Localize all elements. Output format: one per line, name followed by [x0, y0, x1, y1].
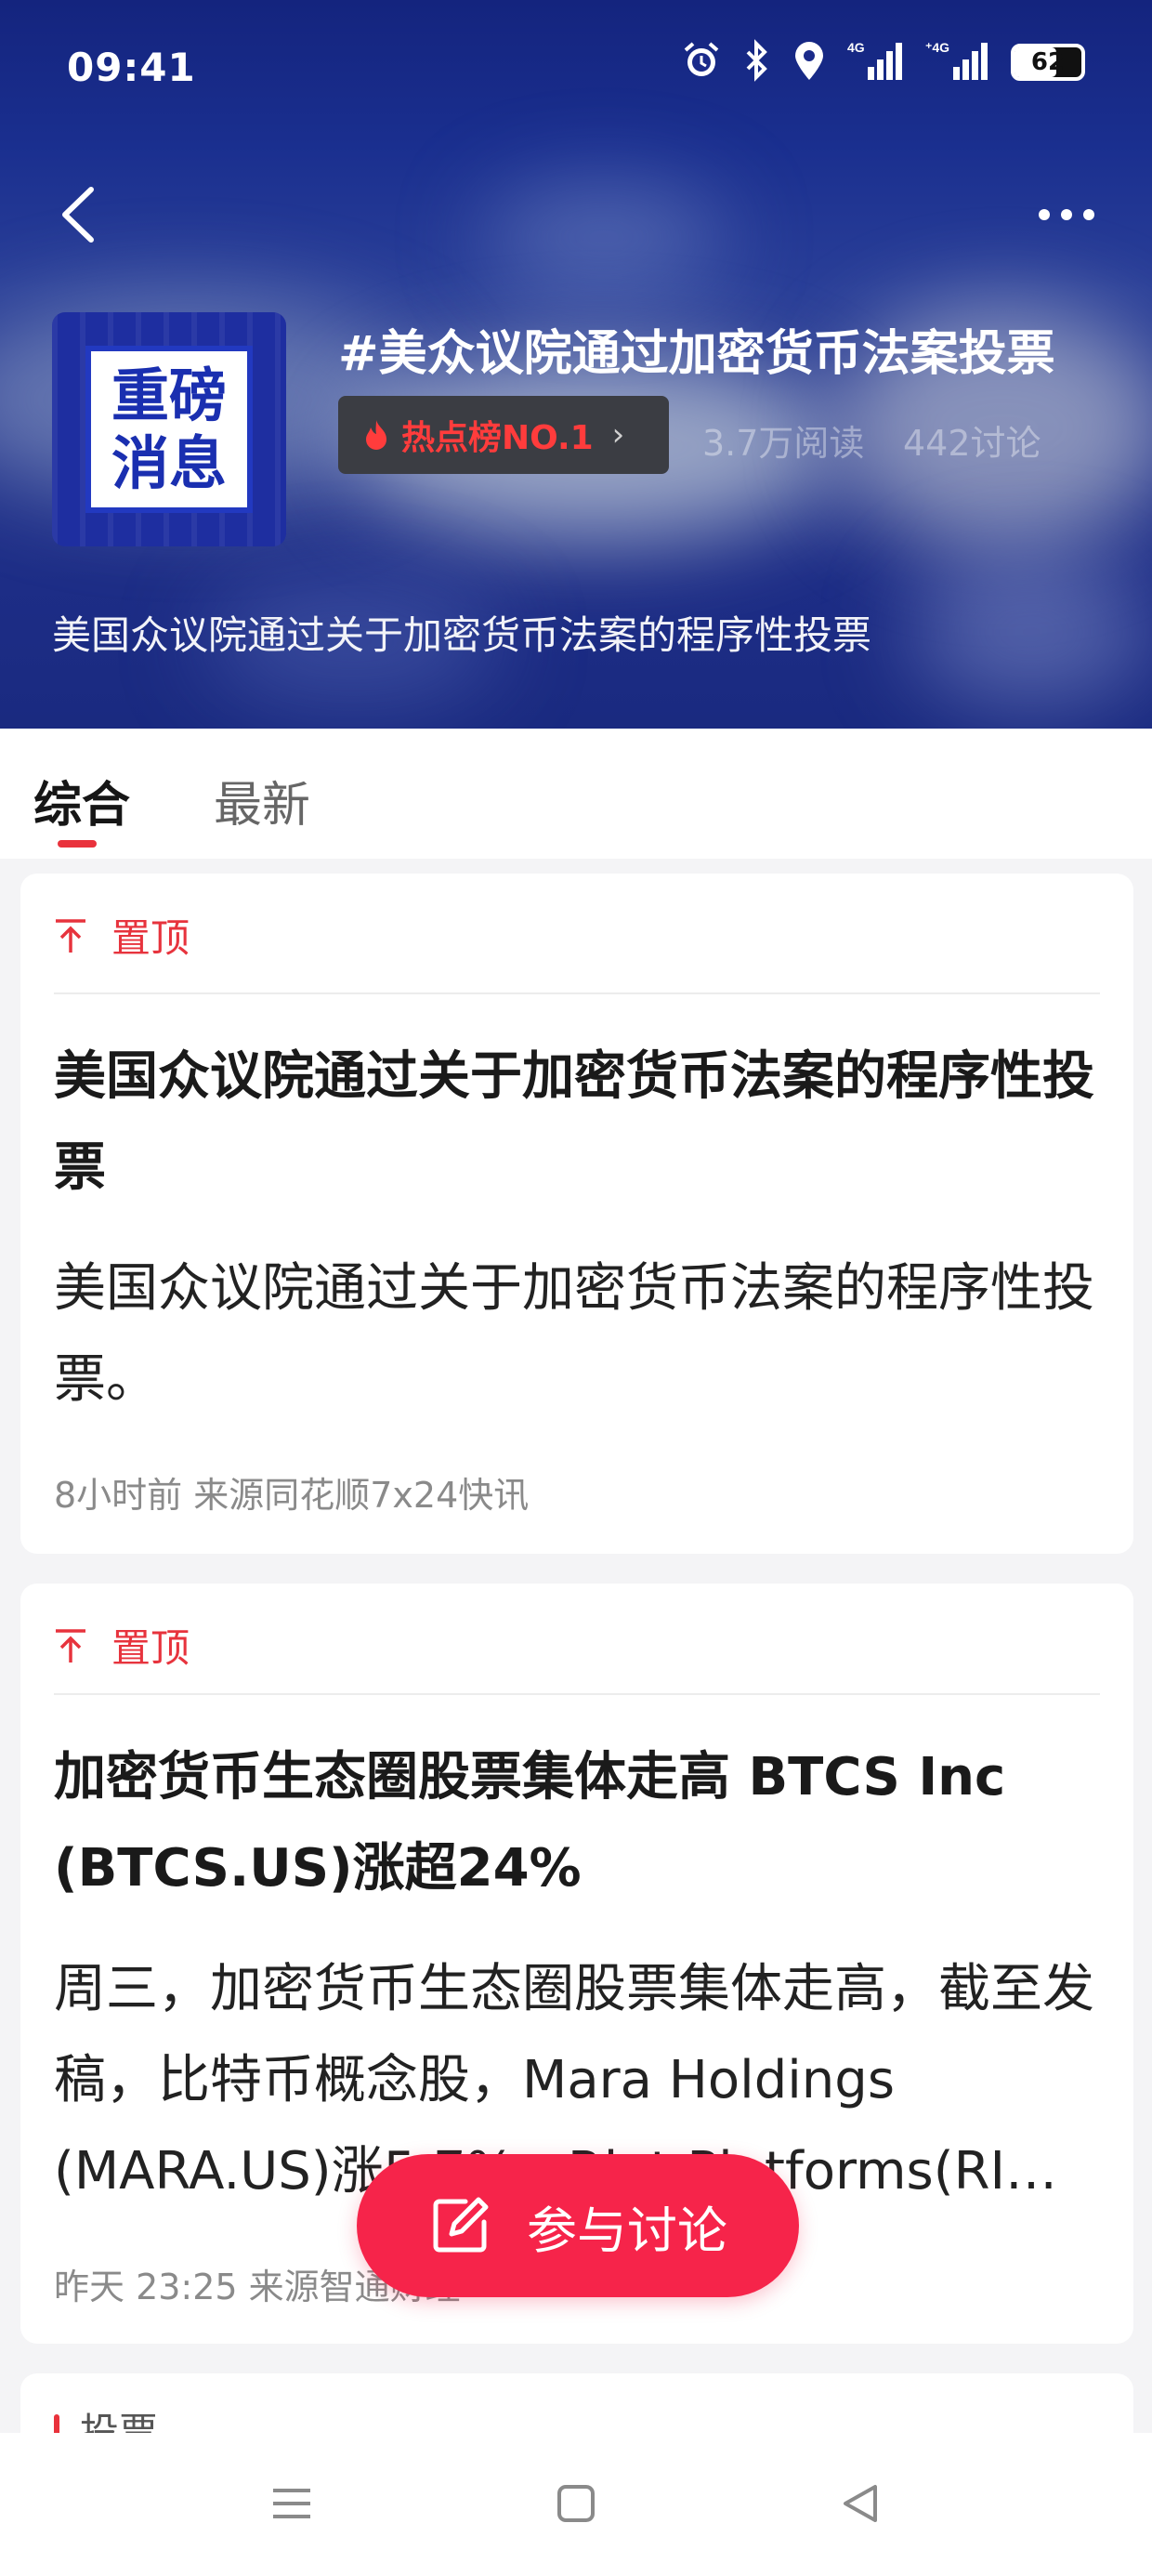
pin-top-icon: [56, 918, 85, 953]
flame-icon: [362, 418, 390, 452]
signal-4g-icon: 4G: [847, 39, 905, 85]
join-discussion-button[interactable]: 参与讨论: [357, 2154, 799, 2297]
tab-bar: 综合 最新: [0, 729, 1152, 859]
topic-title: #美众议院通过加密货币法案投票: [338, 326, 1055, 382]
post-title[interactable]: 美国众议院通过关于加密货币法案的程序性投票: [54, 1032, 1100, 1214]
svg-text:⁺4G: ⁺4G: [925, 40, 949, 55]
topic-cover-image: 重磅 消息: [52, 312, 286, 546]
svg-text:4G: 4G: [847, 40, 865, 55]
status-bar: 09:41 4G ⁺4G 62: [0, 0, 1152, 130]
home-icon[interactable]: [554, 2481, 598, 2530]
post-meta: 8小时前 来源同花顺7x24快讯: [54, 1475, 530, 1516]
pinned-label: 置顶: [54, 1617, 190, 1674]
alarm-icon: [680, 39, 723, 85]
more-dots-icon: [1039, 209, 1094, 220]
cover-text: 消息: [111, 429, 227, 497]
more-button[interactable]: [1033, 191, 1100, 238]
hot-rank-badge[interactable]: 热点榜NO.1 ›: [338, 396, 669, 474]
menu-icon[interactable]: [269, 2481, 314, 2530]
post-body: 美国众议院通过关于加密货币法案的程序性投票。: [54, 1258, 1094, 1410]
tab-comprehensive[interactable]: 综合: [33, 766, 130, 835]
discussion-count: 442讨论: [903, 423, 1041, 464]
signal-4g-icon: ⁺4G: [925, 39, 990, 85]
post-title[interactable]: 加密货币生态圈股票集体走高 BTCS Inc (BTCS.US)涨超24%: [54, 1732, 1100, 1914]
location-icon: [792, 39, 827, 85]
bluetooth-icon: [743, 39, 771, 85]
status-time: 09:41: [67, 45, 196, 90]
cover-text: 重磅: [111, 361, 227, 429]
edit-icon: [433, 2197, 489, 2253]
post-card[interactable]: 置顶 美国众议院通过关于加密货币法案的程序性投票 美国众议院通过关于加密货币法案…: [20, 874, 1133, 1554]
topic-description: 美国众议院通过关于加密货币法案的程序性投票: [52, 612, 872, 658]
pin-top-icon: [56, 1628, 85, 1663]
battery-indicator: 62: [1011, 44, 1085, 81]
chevron-right-icon: ›: [611, 416, 625, 453]
pinned-label: 置顶: [54, 907, 190, 964]
back-button[interactable]: [52, 182, 108, 247]
tab-indicator: [58, 840, 97, 848]
system-nav-bar: [0, 2433, 1152, 2576]
hot-rank-label: 热点榜NO.1: [401, 419, 594, 457]
back-arrow-icon: [62, 187, 94, 243]
read-count: 3.7万阅读: [702, 423, 865, 464]
back-icon[interactable]: [838, 2481, 883, 2530]
tab-latest[interactable]: 最新: [214, 766, 310, 835]
